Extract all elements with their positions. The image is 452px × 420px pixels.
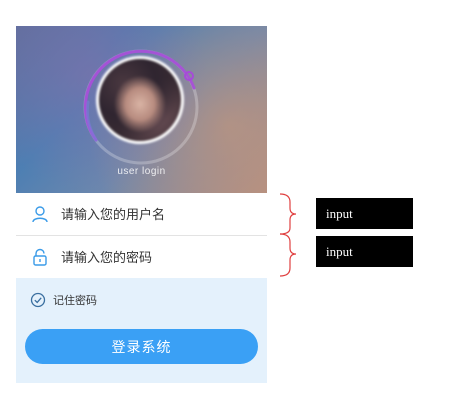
annotation-tag-username: input [316,198,413,229]
password-row [16,236,267,278]
remember-password-toggle[interactable]: 记住密码 [30,292,97,308]
lock-icon [29,246,51,268]
check-circle-icon [30,292,46,308]
username-row [16,193,267,236]
annotation-tag-password: input [316,236,413,267]
header-banner: user login [16,26,267,193]
avatar [96,56,184,144]
password-input[interactable] [61,237,267,277]
annotation-braces [279,193,297,277]
login-button[interactable]: 登录系统 [25,329,258,364]
remember-password-label: 记住密码 [53,295,97,307]
hero-caption: user login [117,166,166,177]
login-screen: user login 记住密码 登录系统 [16,26,267,383]
username-input[interactable] [61,194,267,234]
user-icon [29,203,51,225]
